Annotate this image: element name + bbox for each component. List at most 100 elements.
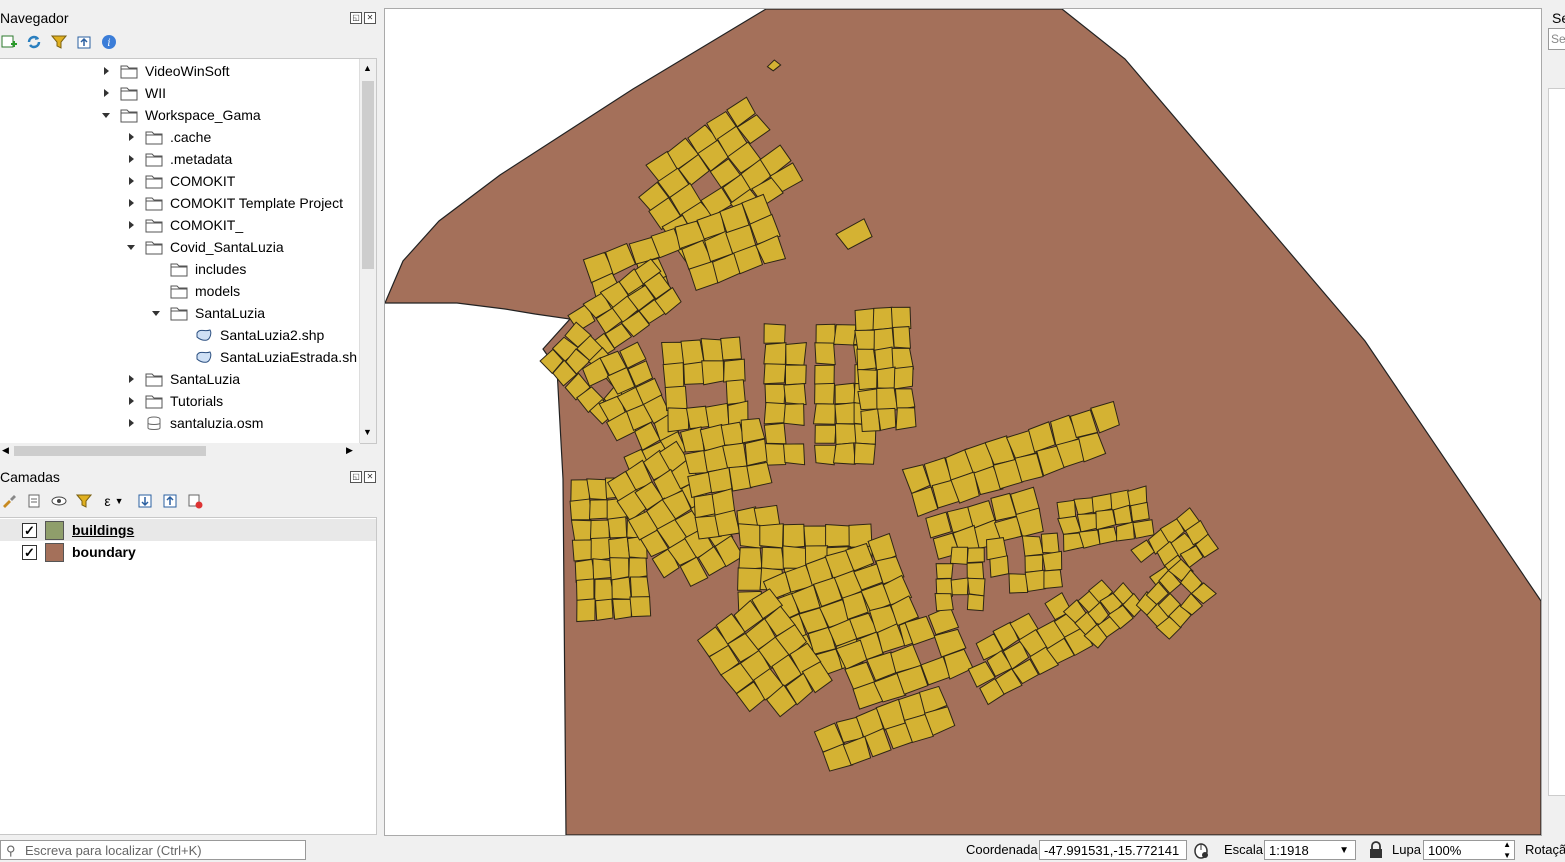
tree-item[interactable]: Workspace_Gama <box>100 104 261 126</box>
tree-item[interactable]: models <box>150 280 240 302</box>
building-polygon <box>892 326 911 349</box>
coordinate-field[interactable]: -47.991531,-15.772141 <box>1039 840 1187 860</box>
building-polygon <box>834 423 857 446</box>
browser-tree[interactable]: VideoWinSoft WII Workspace_Gama .cache .meta… <box>0 58 377 444</box>
tree-item[interactable]: .cache <box>125 126 211 148</box>
scroll-down-icon[interactable]: ▼ <box>363 427 372 437</box>
building-polygon <box>890 306 912 330</box>
folder-icon <box>170 284 188 299</box>
hscroll-thumb[interactable] <box>14 446 206 456</box>
tree-item[interactable]: COMOKIT <box>125 170 235 192</box>
database-icon <box>145 416 162 430</box>
building-polygon <box>608 536 631 561</box>
building-polygon <box>725 379 746 405</box>
collapsed-arrow-icon[interactable] <box>125 214 137 236</box>
collapsed-arrow-icon[interactable] <box>125 412 137 434</box>
add-layer-icon[interactable] <box>0 33 17 50</box>
filter-legend-icon[interactable] <box>75 492 92 509</box>
tree-horizontal-scrollbar[interactable]: ◀ ▶ <box>0 443 360 459</box>
remove-layer-icon[interactable] <box>186 492 203 509</box>
building-polygon <box>763 443 787 466</box>
tree-item[interactable]: Tutorials <box>125 390 223 412</box>
map-canvas[interactable] <box>384 8 1542 836</box>
info-icon[interactable]: i <box>100 33 117 50</box>
layer-checkbox[interactable]: ✓ <box>22 522 37 538</box>
refresh-icon[interactable] <box>25 33 42 50</box>
locator-input[interactable]: ⚲ Escreva para localizar (Ctrl+K) <box>0 840 306 860</box>
expand-all-icon[interactable] <box>136 492 153 509</box>
tree-item[interactable]: Covid_SantaLuzia <box>125 236 284 258</box>
building-polygon <box>785 342 807 366</box>
manage-visibility-icon[interactable] <box>50 492 67 509</box>
tree-item-label: Tutorials <box>170 393 224 409</box>
collapsed-arrow-icon[interactable] <box>125 170 137 192</box>
expanded-arrow-icon[interactable] <box>125 236 137 258</box>
folder-icon <box>120 64 138 79</box>
close-panel-icon[interactable]: ✕ <box>364 471 376 483</box>
collapsed-arrow-icon[interactable] <box>125 390 137 412</box>
building-polygon <box>966 593 985 612</box>
layer-row-buildings[interactable]: ✓ buildings <box>0 519 376 541</box>
building-polygon <box>737 523 762 549</box>
tree-item[interactable]: santaluzia.osm <box>125 412 263 434</box>
collapsed-arrow-icon[interactable] <box>125 148 137 170</box>
filter-icon[interactable] <box>50 33 67 50</box>
right-panel-search[interactable]: Se <box>1548 28 1565 50</box>
building-polygon <box>949 546 969 565</box>
tree-item[interactable]: .metadata <box>125 148 232 170</box>
building-polygon <box>628 557 648 580</box>
tree-item-label: COMOKIT <box>170 173 236 189</box>
tree-item[interactable]: SantaLuzia2.shp <box>175 324 324 346</box>
style-brush-icon[interactable] <box>0 492 17 509</box>
float-panel-icon[interactable]: ◱ <box>350 471 362 483</box>
scroll-thumb[interactable] <box>362 81 374 269</box>
building-polygon <box>569 498 592 521</box>
building-polygon <box>783 383 807 406</box>
tree-item[interactable]: COMOKIT_ <box>125 214 243 236</box>
right-panel-search-text: Se <box>1551 32 1565 46</box>
chevron-down-icon[interactable]: ▼ <box>1339 841 1349 861</box>
building-polygon <box>1130 501 1150 523</box>
collapse-icon[interactable] <box>75 33 92 50</box>
lock-icon[interactable] <box>1368 841 1384 859</box>
tree-item[interactable]: SantaLuzia <box>150 302 265 324</box>
tree-item[interactable]: WII <box>100 82 166 104</box>
close-panel-icon[interactable]: ✕ <box>364 12 376 24</box>
add-group-icon[interactable] <box>25 492 42 509</box>
tree-item[interactable]: includes <box>150 258 246 280</box>
layer-checkbox[interactable]: ✓ <box>22 544 37 560</box>
magnifier-value: 100% <box>1428 843 1462 858</box>
tree-item[interactable]: VideoWinSoft <box>100 60 230 82</box>
layers-tree[interactable]: ✓ buildings ✓ boundary <box>0 517 377 835</box>
spin-arrows-icon[interactable]: ▲ ▼ <box>1503 839 1511 861</box>
collapsed-arrow-icon[interactable] <box>125 192 137 214</box>
collapse-all-icon[interactable] <box>161 492 178 509</box>
building-polygon <box>1132 519 1155 539</box>
scroll-left-icon[interactable]: ◀ <box>2 445 9 456</box>
collapsed-arrow-icon[interactable] <box>125 368 137 390</box>
expression-filter-icon[interactable]: ε ▼ <box>100 492 128 509</box>
tree-item-label: SantaLuzia <box>170 371 241 387</box>
building-polygon <box>812 403 836 425</box>
float-panel-icon[interactable]: ◱ <box>350 12 362 24</box>
collapsed-arrow-icon[interactable] <box>100 60 112 82</box>
tree-item[interactable]: SantaLuziaEstrada.sh <box>175 346 357 368</box>
layer-row-boundary[interactable]: ✓ boundary <box>0 541 376 563</box>
scale-combobox[interactable]: 1:1918 ▼ <box>1264 840 1356 860</box>
collapsed-arrow-icon[interactable] <box>100 82 112 104</box>
expanded-arrow-icon[interactable] <box>100 104 112 126</box>
scroll-right-icon[interactable]: ▶ <box>346 445 353 456</box>
tree-vertical-scrollbar[interactable]: ▲ ▼ <box>359 59 376 443</box>
building-polygon <box>966 561 985 581</box>
collapsed-arrow-icon[interactable] <box>125 126 137 148</box>
building-polygon <box>723 358 746 383</box>
expanded-arrow-icon[interactable] <box>150 302 162 324</box>
tree-item-label: COMOKIT_ <box>170 217 244 233</box>
magnifier-spinbox[interactable]: 100% ▲ ▼ <box>1423 840 1515 860</box>
tree-item[interactable]: SantaLuzia <box>125 368 240 390</box>
building-polygon <box>853 442 876 465</box>
mouse-toggle-icon[interactable] <box>1192 841 1210 859</box>
scroll-up-icon[interactable]: ▲ <box>363 63 372 73</box>
tree-item[interactable]: COMOKIT Template Project <box>125 192 343 214</box>
tree-item-label: santaluzia.osm <box>170 415 264 431</box>
